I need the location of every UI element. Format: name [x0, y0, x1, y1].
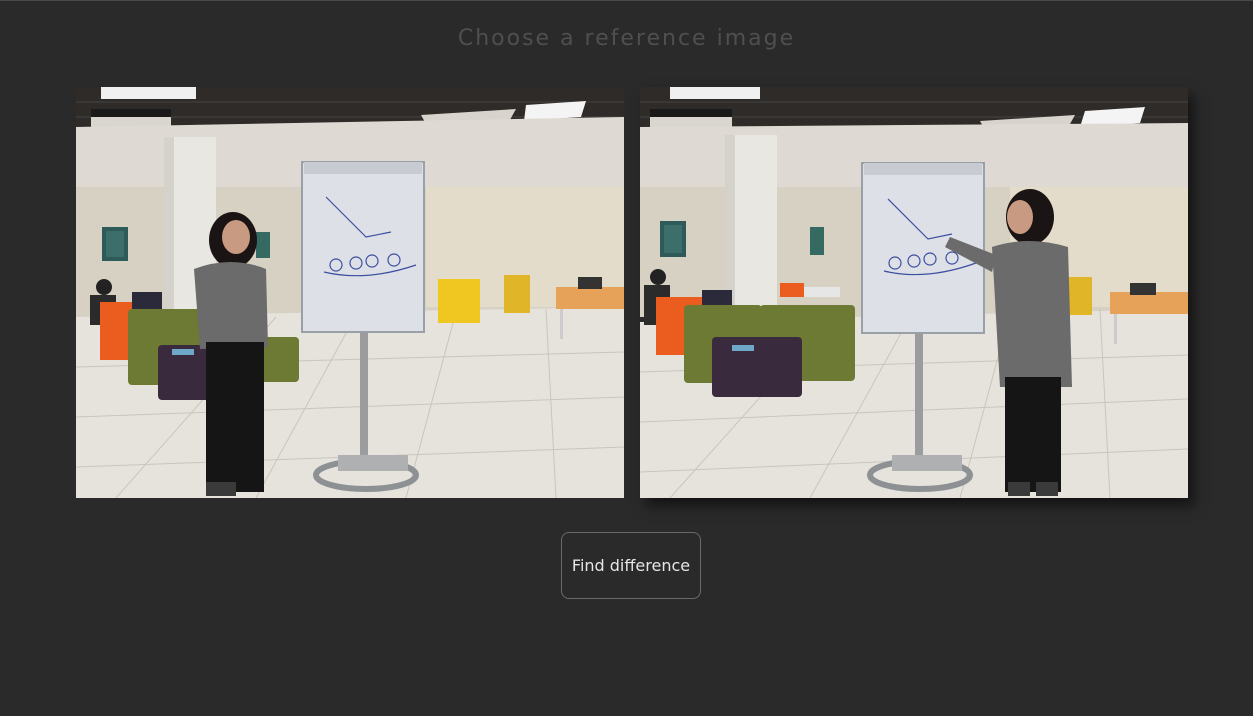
reference-image-right[interactable] [640, 87, 1188, 498]
page-title: Choose a reference image [457, 26, 796, 51]
find-difference-button[interactable]: Find difference [561, 532, 701, 599]
top-border [0, 0, 1253, 1]
reference-image-left[interactable] [76, 87, 624, 498]
office-photo-left [76, 87, 624, 498]
office-photo-right [640, 87, 1188, 498]
